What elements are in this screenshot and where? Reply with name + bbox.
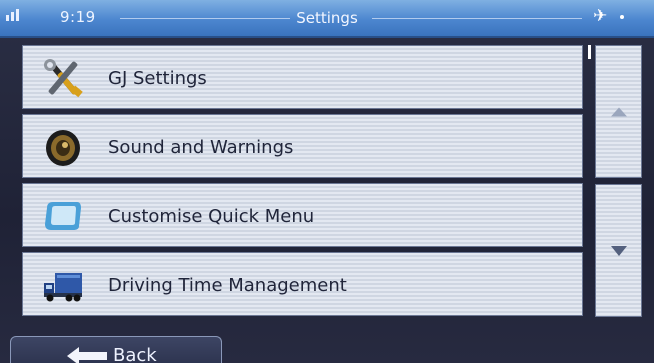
scrollbar (595, 45, 642, 317)
scroll-down-button[interactable] (595, 184, 642, 317)
truck-icon (44, 273, 82, 302)
scroll-thumb[interactable] (588, 45, 591, 59)
list-item-sound-and-warnings[interactable]: Sound and Warnings (22, 114, 583, 178)
quick-menu-icon (45, 202, 81, 230)
list-item-label: Sound and Warnings (108, 137, 294, 158)
back-arrow-icon (67, 347, 107, 363)
list-item-label: GJ Settings (108, 68, 207, 89)
settings-list: GJ Settings Sound and Warnings Customise… (22, 45, 583, 317)
title-divider-right (372, 18, 582, 19)
scroll-up-button[interactable] (595, 45, 642, 178)
arrow-down-icon (610, 245, 627, 256)
gps-satellite-icon[interactable]: ✈ (593, 6, 607, 26)
status-dot-icon (620, 15, 624, 19)
list-item-label: Customise Quick Menu (108, 206, 315, 227)
list-item-gj-settings[interactable]: GJ Settings (22, 45, 583, 109)
back-button[interactable]: Back (10, 336, 222, 363)
tools-icon (44, 59, 83, 98)
status-bar: 9:19 Settings ✈ (0, 0, 654, 38)
list-item-label: Driving Time Management (108, 275, 347, 296)
speaker-icon (46, 130, 80, 166)
list-item-driving-time-management[interactable]: Driving Time Management (22, 252, 583, 316)
list-item-customise-quick-menu[interactable]: Customise Quick Menu (22, 183, 583, 247)
arrow-up-icon (610, 107, 627, 116)
settings-screen: 9:19 Settings ✈ GJ Settings Sound and Wa… (0, 0, 654, 363)
back-button-label: Back (113, 345, 157, 363)
